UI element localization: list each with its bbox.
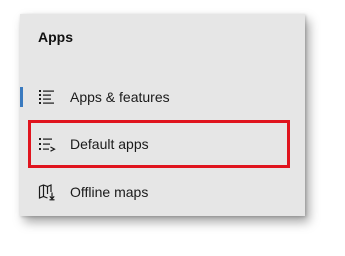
nav-item-label: Offline maps [70, 184, 149, 200]
nav-item-offline-maps[interactable]: Offline maps [20, 172, 305, 212]
default-apps-list-icon [38, 135, 56, 153]
active-indicator [20, 87, 23, 107]
nav-item-default-apps[interactable]: Default apps [20, 124, 305, 164]
settings-sidebar-panel: Apps Apps & features Default apps Offlin… [20, 14, 305, 216]
nav-item-label: Default apps [70, 136, 149, 152]
nav-item-label: Apps & features [70, 89, 170, 105]
nav-item-apps-features[interactable]: Apps & features [20, 77, 305, 117]
section-title: Apps [38, 29, 73, 45]
apps-features-list-icon [38, 88, 56, 106]
offline-map-download-icon [38, 183, 56, 201]
